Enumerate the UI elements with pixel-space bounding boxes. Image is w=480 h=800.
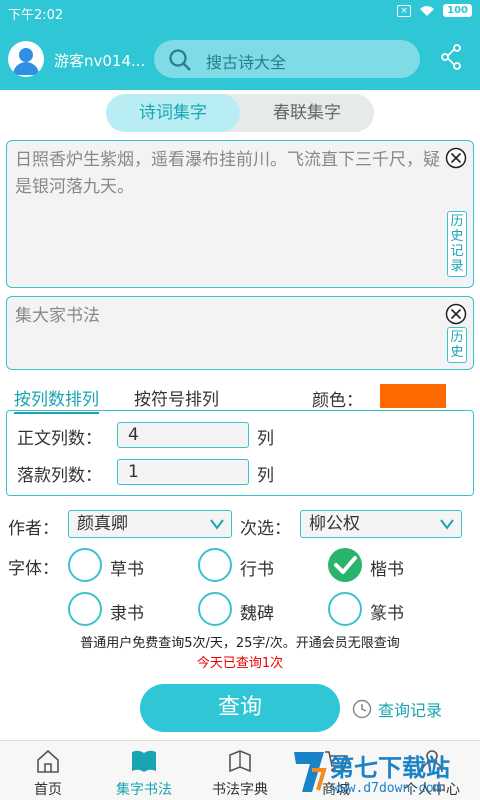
title-textarea[interactable]: 集大家书法 历史 [6, 296, 474, 370]
author-select[interactable]: 颜真卿 [68, 510, 232, 538]
home-icon [37, 749, 59, 773]
radio-cursive[interactable] [68, 548, 102, 582]
font-label: 字体： [8, 559, 59, 579]
watermark-text: 第七下载站 [330, 754, 450, 782]
radio-label-cursive: 草书 [110, 560, 144, 580]
radio-label-weibei: 魏碑 [240, 604, 274, 624]
clock-icon [352, 699, 372, 719]
share-icon[interactable] [440, 44, 462, 70]
radio-weibei[interactable] [198, 592, 232, 626]
sign-columns-unit: 列 [257, 466, 274, 486]
body-columns-label: 正文列数： [17, 429, 102, 449]
clear-icon[interactable] [445, 303, 467, 325]
radio-label-clerical: 隶书 [110, 604, 144, 624]
search-input[interactable]: 搜古诗大全 [154, 40, 420, 78]
author-label: 作者： [8, 519, 59, 539]
dictionary-icon [229, 750, 251, 773]
status-time: 下午2:02 [8, 8, 64, 23]
radio-label-regular: 楷书 [370, 560, 404, 580]
radio-label-running: 行书 [240, 560, 274, 580]
query-count-notice: 今天已查询1次 [196, 656, 284, 671]
poem-history-button[interactable]: 历史记录 [447, 211, 467, 277]
radio-clerical[interactable] [68, 592, 102, 626]
sort-by-symbol-tab[interactable]: 按符号排列 [134, 385, 219, 410]
title-history-button[interactable]: 历史 [447, 327, 467, 363]
search-placeholder: 搜古诗大全 [206, 53, 287, 72]
usage-notice: 普通用户免费查询5次/天，25字/次。开通会员无限查询 [80, 636, 400, 651]
status-bar: 下午2:02 × 100 [0, 0, 480, 24]
status-icons: × 100 [397, 4, 472, 17]
columns-settings: 正文列数： 4 列 落款列数： 1 列 [6, 410, 474, 496]
query-records-link[interactable]: 查询记录 [352, 697, 442, 721]
book-icon [132, 750, 156, 772]
mode-tabs: 诗词集字 春联集字 [106, 94, 374, 132]
query-button[interactable]: 查询 [140, 684, 340, 732]
tab-poem-collect[interactable]: 诗词集字 [106, 94, 240, 132]
radio-regular[interactable] [328, 548, 362, 582]
nav-label-collect: 集字书法 [116, 782, 172, 798]
color-label: 颜色： [312, 391, 363, 411]
tab-couplet-collect[interactable]: 春联集字 [240, 94, 374, 132]
watermark-logo: 第七下载站 www.d7down.com [290, 744, 480, 800]
poem-text: 日照香炉生紫烟，遥看瀑布挂前川。飞流直下三千尺，疑是银河落九天。 [15, 150, 440, 197]
app-header: 游客nv014... 搜古诗大全 [0, 24, 480, 90]
nav-item-home[interactable]: 首页 [0, 741, 96, 800]
title-text: 集大家书法 [15, 306, 100, 326]
notification-x-icon: × [397, 4, 412, 17]
nav-label-dictionary: 书法字典 [212, 782, 268, 798]
wifi-icon [420, 5, 435, 16]
query-records-label: 查询记录 [378, 701, 443, 720]
watermark-url: www.d7down.com [332, 781, 442, 796]
watermark-logo-icon [294, 752, 327, 792]
sign-columns-input[interactable]: 1 [117, 459, 249, 485]
checkmark-icon [334, 556, 357, 574]
poem-textarea[interactable]: 日照香炉生紫烟，遥看瀑布挂前川。飞流直下三千尺，疑是银河落九天。 历史记录 [6, 140, 474, 288]
chevron-down-icon [440, 519, 454, 530]
radio-seal[interactable] [328, 592, 362, 626]
secondary-value: 柳公权 [309, 514, 360, 534]
nav-item-dictionary[interactable]: 书法字典 [192, 741, 288, 800]
body-columns-input[interactable]: 4 [117, 422, 249, 448]
secondary-select[interactable]: 柳公权 [300, 510, 462, 538]
battery-icon: 100 [443, 4, 472, 17]
radio-running[interactable] [198, 548, 232, 582]
clear-icon[interactable] [445, 147, 467, 169]
avatar[interactable] [8, 41, 44, 77]
search-icon [169, 49, 191, 71]
color-swatch[interactable] [380, 384, 446, 408]
body-columns-unit: 列 [257, 429, 274, 449]
radio-label-seal: 篆书 [370, 604, 404, 624]
nav-label-home: 首页 [34, 782, 62, 798]
author-value: 颜真卿 [77, 514, 128, 534]
chevron-down-icon [210, 519, 224, 530]
sign-columns-label: 落款列数： [17, 466, 102, 486]
secondary-label: 次选： [240, 519, 291, 539]
nav-item-collect[interactable]: 集字书法 [96, 741, 192, 800]
user-name[interactable]: 游客nv014... [54, 50, 145, 71]
